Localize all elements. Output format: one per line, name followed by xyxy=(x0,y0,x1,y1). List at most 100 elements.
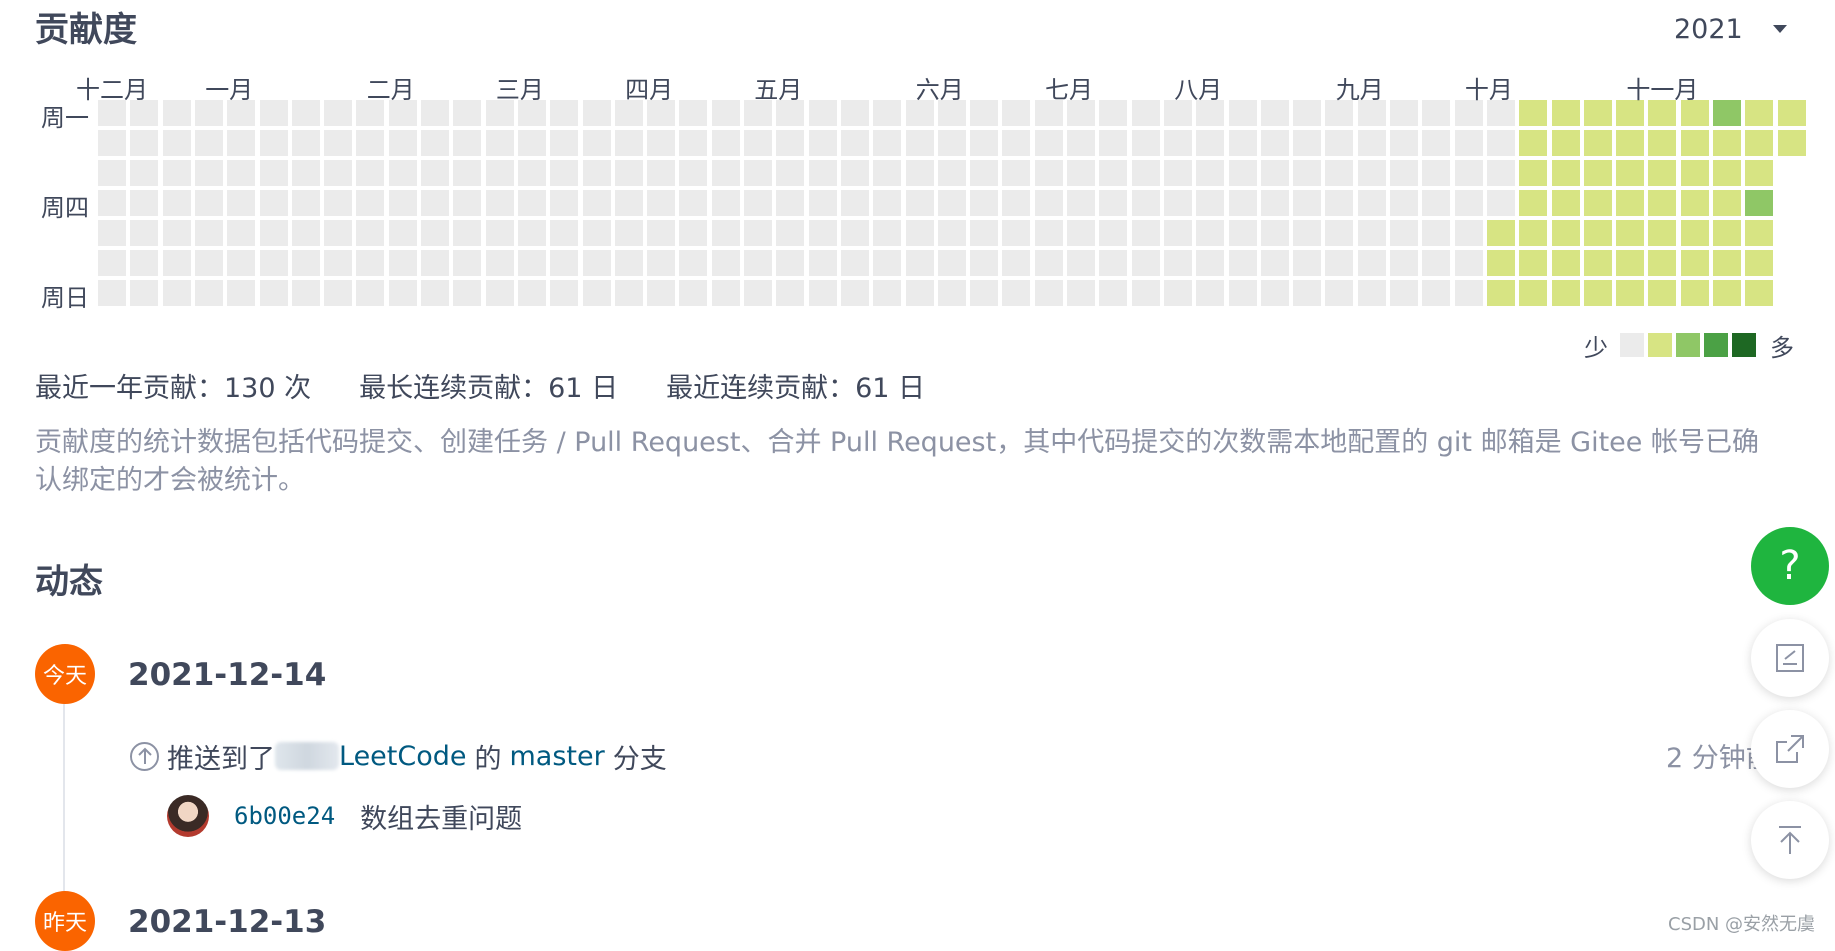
heatmap-cell[interactable] xyxy=(1648,190,1677,216)
heatmap-cell[interactable] xyxy=(744,220,772,246)
heatmap-cell[interactable] xyxy=(1680,280,1709,306)
heatmap-cell[interactable] xyxy=(1713,160,1741,186)
heatmap-cell[interactable] xyxy=(1454,280,1483,306)
heatmap-cell[interactable] xyxy=(679,250,708,276)
heatmap-cell[interactable] xyxy=(1583,160,1612,186)
heatmap-cell[interactable] xyxy=(162,190,191,216)
heatmap-cell[interactable] xyxy=(1293,190,1322,216)
year-select[interactable]: 2021 xyxy=(1674,6,1814,52)
heatmap-cell[interactable] xyxy=(614,160,643,186)
heatmap-cell[interactable] xyxy=(1260,190,1289,216)
heatmap-cell[interactable] xyxy=(1131,280,1160,306)
heatmap-cell[interactable] xyxy=(711,190,740,216)
heatmap-cell[interactable] xyxy=(1519,160,1548,186)
heatmap-cell[interactable] xyxy=(744,280,772,306)
heatmap-cell[interactable] xyxy=(227,130,256,156)
heatmap-cell[interactable] xyxy=(259,280,288,306)
heatmap-cell[interactable] xyxy=(453,280,482,306)
heatmap-cell[interactable] xyxy=(937,250,966,276)
heatmap-cell[interactable] xyxy=(1648,220,1677,246)
heatmap-cell[interactable] xyxy=(873,190,902,216)
heatmap-cell[interactable] xyxy=(1357,130,1386,156)
heatmap-cell[interactable] xyxy=(130,280,159,306)
heatmap-cell[interactable] xyxy=(550,250,579,276)
heatmap-cell[interactable] xyxy=(647,250,676,276)
heatmap-cell[interactable] xyxy=(1228,130,1257,156)
heatmap-cell[interactable] xyxy=(614,280,643,306)
heatmap-cell[interactable] xyxy=(1325,130,1354,156)
heatmap-cell[interactable] xyxy=(1196,190,1225,216)
heatmap-cell[interactable] xyxy=(1713,250,1741,276)
heatmap-cell[interactable] xyxy=(388,250,417,276)
heatmap-cell[interactable] xyxy=(1099,190,1128,216)
heatmap-cell[interactable] xyxy=(485,250,514,276)
heatmap-cell[interactable] xyxy=(1099,100,1128,126)
heatmap-cell[interactable] xyxy=(1583,280,1612,306)
heatmap-cell[interactable] xyxy=(1034,130,1063,156)
heatmap-cell[interactable] xyxy=(1067,220,1095,246)
heatmap-cell[interactable] xyxy=(1745,190,1774,216)
heatmap-cell[interactable] xyxy=(485,160,514,186)
heatmap-cell[interactable] xyxy=(1390,130,1418,156)
heatmap-cell[interactable] xyxy=(227,220,256,246)
heatmap-cell[interactable] xyxy=(259,130,288,156)
heatmap-cell[interactable] xyxy=(582,250,611,276)
heatmap-cell[interactable] xyxy=(453,160,482,186)
heatmap-cell[interactable] xyxy=(808,250,837,276)
heatmap-cell[interactable] xyxy=(937,220,966,246)
heatmap-cell[interactable] xyxy=(356,220,385,246)
heatmap-cell[interactable] xyxy=(162,160,191,186)
heatmap-cell[interactable] xyxy=(227,160,256,186)
heatmap-cell[interactable] xyxy=(291,130,320,156)
heatmap-cell[interactable] xyxy=(776,220,805,246)
heatmap-cell[interactable] xyxy=(227,250,256,276)
heatmap-cell[interactable] xyxy=(1777,130,1806,156)
heatmap-cell[interactable] xyxy=(1551,250,1580,276)
heatmap-cell[interactable] xyxy=(582,100,611,126)
heatmap-cell[interactable] xyxy=(1002,130,1031,156)
heatmap-cell[interactable] xyxy=(1163,190,1192,216)
heatmap-cell[interactable] xyxy=(1745,100,1774,126)
heatmap-cell[interactable] xyxy=(1583,220,1612,246)
heatmap-cell[interactable] xyxy=(840,100,869,126)
heatmap-cell[interactable] xyxy=(1745,130,1774,156)
commit-hash-link[interactable]: 6b00e24 xyxy=(234,802,335,830)
heatmap-cell[interactable] xyxy=(324,100,353,126)
heatmap-cell[interactable] xyxy=(388,220,417,246)
heatmap-cell[interactable] xyxy=(1099,250,1128,276)
heatmap-cell[interactable] xyxy=(1422,130,1451,156)
heatmap-cell[interactable] xyxy=(711,250,740,276)
heatmap-cell[interactable] xyxy=(1422,280,1451,306)
heatmap-cell[interactable] xyxy=(1067,250,1095,276)
heatmap-cell[interactable] xyxy=(1099,280,1128,306)
heatmap-cell[interactable] xyxy=(1002,280,1031,306)
heatmap-cell[interactable] xyxy=(679,160,708,186)
heatmap-cell[interactable] xyxy=(1002,250,1031,276)
heatmap-cell[interactable] xyxy=(421,160,449,186)
heatmap-cell[interactable] xyxy=(1422,100,1451,126)
heatmap-cell[interactable] xyxy=(291,190,320,216)
heatmap-cell[interactable] xyxy=(291,220,320,246)
heatmap-cell[interactable] xyxy=(1486,250,1515,276)
heatmap-cell[interactable] xyxy=(130,190,159,216)
heatmap-cell[interactable] xyxy=(1745,220,1774,246)
heatmap-cell[interactable] xyxy=(776,250,805,276)
heatmap-cell[interactable] xyxy=(808,160,837,186)
heatmap-cell[interactable] xyxy=(808,130,837,156)
heatmap-cell[interactable] xyxy=(744,130,772,156)
heatmap-cell[interactable] xyxy=(1131,190,1160,216)
heatmap-cell[interactable] xyxy=(1325,190,1354,216)
heatmap-cell[interactable] xyxy=(453,100,482,126)
heatmap-cell[interactable] xyxy=(1196,280,1225,306)
heatmap-cell[interactable] xyxy=(1551,160,1580,186)
heatmap-cell[interactable] xyxy=(1551,220,1580,246)
heatmap-cell[interactable] xyxy=(1357,190,1386,216)
heatmap-cell[interactable] xyxy=(98,190,126,216)
heatmap-cell[interactable] xyxy=(1486,220,1515,246)
heatmap-cell[interactable] xyxy=(356,280,385,306)
heatmap-cell[interactable] xyxy=(1260,100,1289,126)
heatmap-cell[interactable] xyxy=(1390,280,1418,306)
heatmap-cell[interactable] xyxy=(162,220,191,246)
heatmap-cell[interactable] xyxy=(808,280,837,306)
heatmap-cell[interactable] xyxy=(744,190,772,216)
